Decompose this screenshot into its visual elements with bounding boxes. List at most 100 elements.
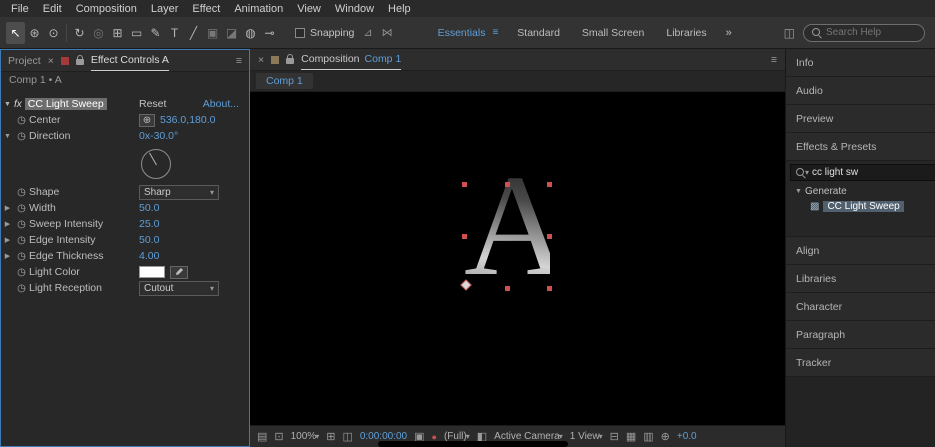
center-value[interactable]: 536.0,180.0	[160, 114, 215, 126]
rotate-tool[interactable]: ↻	[70, 22, 89, 44]
pixel-aspect-icon[interactable]: ⊟	[610, 430, 619, 443]
selection-tool[interactable]: ↖	[6, 21, 25, 44]
menu-view[interactable]: View	[290, 3, 328, 15]
edge-intensity-value[interactable]: 50.0	[139, 234, 159, 246]
direction-value[interactable]: 0x-30.0°	[139, 130, 178, 142]
magnification-icon[interactable]: ▤	[257, 430, 267, 443]
expander-icon[interactable]: ▼	[1, 133, 14, 140]
selection-handle[interactable]	[547, 234, 552, 239]
panel-tab-paragraph[interactable]: Paragraph	[786, 321, 935, 349]
stopwatch-icon[interactable]: ◷	[14, 115, 29, 126]
zoom-tool[interactable]: ⊙	[44, 22, 63, 44]
hand-tool[interactable]: ⊛	[25, 22, 44, 44]
edge-thickness-value[interactable]: 4.00	[139, 250, 159, 262]
selection-handle[interactable]	[462, 234, 467, 239]
expander-icon[interactable]: ▶	[1, 252, 14, 260]
stopwatch-icon[interactable]: ◷	[14, 187, 29, 198]
shape-tool[interactable]: ▭	[127, 22, 146, 44]
fx-badge-icon[interactable]: fx	[14, 99, 22, 110]
stopwatch-icon[interactable]: ◷	[14, 283, 29, 294]
transparency-grid-icon[interactable]: ◫	[342, 430, 352, 443]
point-picker-icon[interactable]: ⊕	[139, 113, 155, 127]
selection-handle[interactable]	[505, 182, 510, 187]
stopwatch-icon[interactable]: ◷	[14, 251, 29, 262]
tab-effect-controls[interactable]: Effect Controls A	[90, 50, 169, 71]
snapping-checkbox[interactable]	[295, 27, 305, 38]
tab-composition[interactable]: Composition Comp 1	[301, 49, 402, 70]
menu-layer[interactable]: Layer	[144, 3, 186, 15]
puppet-pin-tool[interactable]: ⊸	[260, 22, 279, 44]
menu-edit[interactable]: Edit	[36, 3, 69, 15]
exposure-value[interactable]: +0.0	[677, 431, 697, 442]
expander-icon[interactable]: ▼	[792, 188, 805, 195]
comp-subtab[interactable]: Comp 1	[256, 73, 313, 89]
composition-viewport[interactable]: A	[250, 92, 785, 425]
effect-name[interactable]: CC Light Sweep	[24, 98, 107, 110]
menu-animation[interactable]: Animation	[227, 3, 290, 15]
menu-composition[interactable]: Composition	[69, 3, 144, 15]
close-icon[interactable]: ×	[258, 54, 264, 66]
stopwatch-icon[interactable]: ◷	[14, 131, 29, 142]
stopwatch-icon[interactable]: ◷	[14, 219, 29, 230]
expander-icon[interactable]: ▶	[1, 236, 14, 244]
shape-dropdown[interactable]: Sharp ▾	[139, 184, 219, 200]
exposure-gear-icon[interactable]: ⊕	[661, 430, 670, 443]
panel-tab-audio[interactable]: Audio	[786, 77, 935, 105]
eyedropper-icon[interactable]	[170, 265, 188, 279]
pan-behind-tool[interactable]: ⊞	[108, 22, 127, 44]
view-layout-select[interactable]: 1 View ▾	[570, 431, 603, 442]
panel-tab-character[interactable]: Character	[786, 293, 935, 321]
grid-guides-icon[interactable]: ⊡	[274, 430, 283, 443]
workspace-libraries[interactable]: Libraries	[655, 27, 717, 39]
menu-file[interactable]: File	[4, 3, 36, 15]
panel-tab-info[interactable]: Info	[786, 49, 935, 77]
menu-help[interactable]: Help	[381, 3, 418, 15]
selection-handle[interactable]	[505, 286, 510, 291]
collapse-icon[interactable]: ▼	[1, 101, 14, 108]
workspace-standard[interactable]: Standard	[506, 27, 571, 39]
color-swatch[interactable]	[139, 266, 165, 278]
camera-tool[interactable]: ◎	[89, 22, 108, 44]
pen-tool[interactable]: ✎	[146, 22, 165, 44]
region-of-interest-icon[interactable]: ⊞	[326, 430, 335, 443]
close-icon[interactable]: ×	[48, 55, 54, 67]
eraser-tool[interactable]: ◪	[222, 22, 241, 44]
panel-tab-libraries[interactable]: Libraries	[786, 265, 935, 293]
menu-window[interactable]: Window	[328, 3, 381, 15]
brush-tool[interactable]: ╱	[184, 22, 203, 44]
workspace-small-screen[interactable]: Small Screen	[571, 27, 655, 39]
panel-menu-icon[interactable]: ≡	[236, 55, 242, 67]
grid-icon[interactable]: ▦	[626, 430, 636, 443]
stopwatch-icon[interactable]: ◷	[14, 235, 29, 246]
type-tool[interactable]: T	[165, 22, 184, 44]
effects-group-generate[interactable]: ▼ Generate	[786, 184, 935, 199]
clone-stamp-tool[interactable]: ▣	[203, 22, 222, 44]
direction-dial[interactable]	[141, 149, 171, 179]
workspace-overflow-icon[interactable]: »	[718, 27, 740, 39]
help-search-input[interactable]	[826, 27, 917, 38]
light-reception-dropdown[interactable]: Cutout ▾	[139, 280, 219, 296]
panel-tab-align[interactable]: Align	[786, 237, 935, 265]
rulers-icon[interactable]: ▥	[643, 430, 653, 443]
stopwatch-icon[interactable]: ◷	[14, 203, 29, 214]
panel-menu-icon[interactable]: ≡	[771, 54, 777, 66]
workspace-essentials[interactable]: Essentials	[427, 27, 497, 39]
snap-mask-icon[interactable]: ⋈	[382, 26, 393, 39]
snap-angle-icon[interactable]: ⊿	[363, 26, 372, 39]
effects-search-input[interactable]	[812, 167, 935, 178]
selection-handle[interactable]	[547, 182, 552, 187]
comp-layer-text[interactable]: A	[464, 154, 569, 299]
panel-tab-preview[interactable]: Preview	[786, 105, 935, 133]
expander-icon[interactable]: ▶	[1, 220, 14, 228]
sweep-intensity-value[interactable]: 25.0	[139, 218, 159, 230]
about-link[interactable]: About...	[203, 98, 239, 110]
selection-handle[interactable]	[462, 182, 467, 187]
channel-icon[interactable]: ●	[432, 432, 437, 442]
stopwatch-icon[interactable]: ◷	[14, 267, 29, 278]
zoom-select[interactable]: 100% ▾	[291, 431, 320, 442]
menu-effect[interactable]: Effect	[185, 3, 227, 15]
reset-button[interactable]: Reset	[139, 98, 166, 110]
width-value[interactable]: 50.0	[139, 202, 159, 214]
effects-item-cc-light-sweep[interactable]: ▩ CC Light Sweep	[786, 199, 935, 214]
workspace-menu-icon[interactable]: ≡	[492, 27, 498, 38]
